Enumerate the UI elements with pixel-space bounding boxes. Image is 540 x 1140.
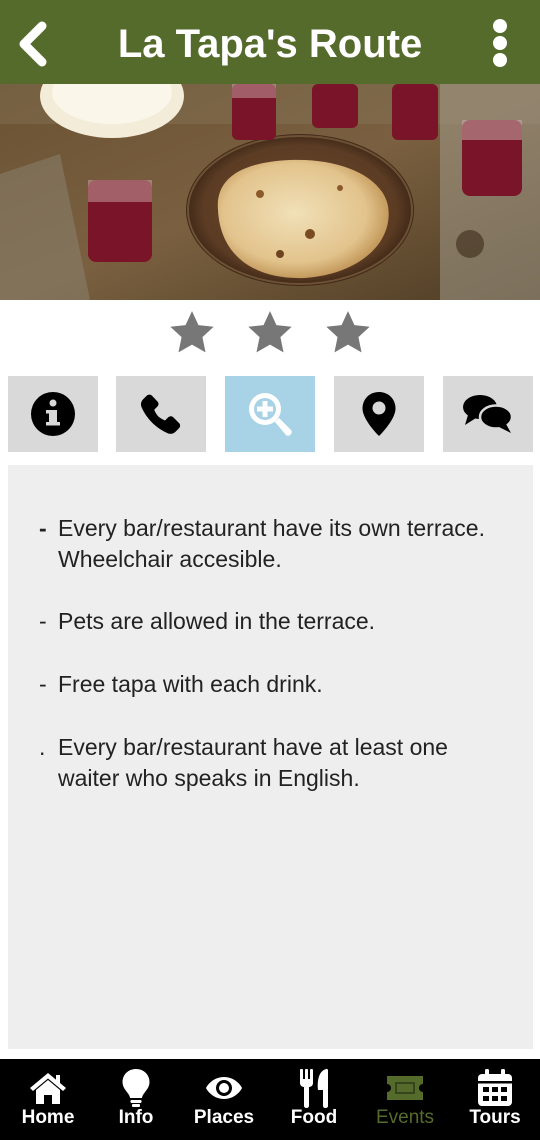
location-pin-icon [362, 392, 396, 436]
tab-comments[interactable] [443, 376, 533, 452]
list-item-text: Pets are allowed in the terrace. [58, 608, 376, 634]
bullet-mark: - [39, 608, 47, 634]
fork-knife-icon [300, 1068, 328, 1108]
star-icon [170, 311, 214, 353]
app-header: La Tapa's Route [0, 0, 540, 84]
calendar-icon [478, 1069, 512, 1106]
details-panel: - Every bar/restaurant have its own terr… [8, 465, 533, 1049]
nav-label: Info [118, 1107, 154, 1128]
list-item-text: Every bar/restaurant have its own terrac… [58, 515, 485, 572]
nav-label: Places [193, 1107, 255, 1128]
detail-tabs [0, 376, 540, 452]
phone-icon [140, 394, 181, 434]
list-item: - Free tapa with each drink. [39, 669, 509, 700]
nav-food[interactable]: Food [269, 1059, 359, 1140]
bullet-mark: - [39, 671, 47, 697]
nav-label: Home [21, 1107, 75, 1128]
list-item-text: Every bar/restaurant have at least one w… [58, 734, 448, 791]
comments-icon [463, 395, 514, 433]
star-rating [0, 300, 540, 370]
info-icon [31, 392, 75, 436]
nav-places[interactable]: Places [179, 1059, 269, 1140]
list-item: - Pets are allowed in the terrace. [39, 606, 509, 637]
hero-image [0, 84, 540, 300]
nav-info[interactable]: Info [91, 1059, 181, 1140]
home-icon [30, 1073, 66, 1104]
nav-label: Tours [469, 1107, 521, 1128]
star-icon [326, 311, 370, 353]
bottom-navigation: Home Info Places Food Events Tours [0, 1059, 540, 1140]
page-title: La Tapa's Route [117, 22, 423, 66]
list-item: - Every bar/restaurant have its own terr… [39, 513, 509, 575]
ticket-icon [387, 1076, 423, 1100]
nav-events[interactable]: Events [360, 1059, 450, 1140]
list-item-text: Free tapa with each drink. [58, 671, 323, 697]
bullet-mark: - [39, 515, 47, 541]
lightbulb-icon [122, 1069, 150, 1107]
star-icon [248, 311, 292, 353]
kebab-menu-icon[interactable] [488, 18, 512, 68]
eye-icon [206, 1077, 242, 1099]
nav-label: Food [290, 1107, 338, 1128]
nav-label: Events [375, 1107, 435, 1128]
zoom-in-icon [249, 393, 292, 436]
tab-details[interactable] [225, 376, 315, 452]
bullet-mark: . [39, 734, 46, 760]
list-item: . Every bar/restaurant have at least one… [39, 732, 509, 794]
tab-info[interactable] [8, 376, 98, 452]
tab-phone[interactable] [116, 376, 206, 452]
tab-location[interactable] [334, 376, 424, 452]
nav-tours[interactable]: Tours [450, 1059, 540, 1140]
nav-home[interactable]: Home [3, 1059, 93, 1140]
